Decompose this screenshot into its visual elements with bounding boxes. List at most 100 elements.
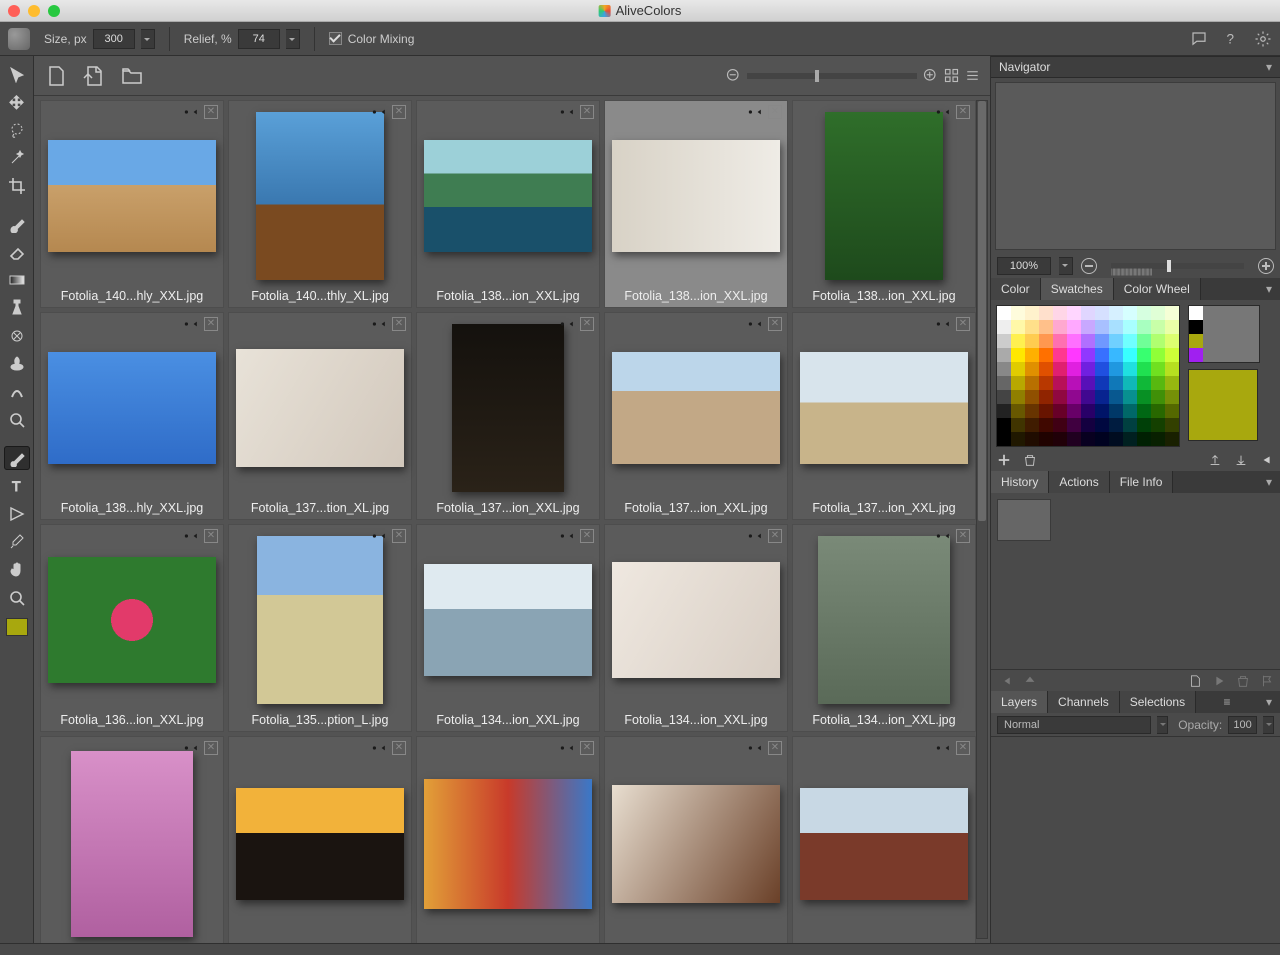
thumbnail[interactable]: ✕ bbox=[604, 736, 788, 943]
swatch-cell[interactable] bbox=[1067, 334, 1081, 348]
swatch-cell[interactable] bbox=[1011, 306, 1025, 320]
swatch-cell[interactable] bbox=[1095, 432, 1109, 446]
swatch-cell[interactable] bbox=[1039, 376, 1053, 390]
blend-dropdown[interactable] bbox=[1157, 716, 1168, 734]
opacity-dropdown[interactable] bbox=[1263, 716, 1274, 734]
pin-icon[interactable] bbox=[184, 105, 200, 117]
swatch-cell[interactable] bbox=[1151, 376, 1165, 390]
help-icon[interactable]: ? bbox=[1222, 30, 1240, 48]
swatch-cell[interactable] bbox=[1039, 334, 1053, 348]
tool-transform[interactable] bbox=[4, 90, 30, 114]
swatch-cell[interactable] bbox=[1011, 404, 1025, 418]
swatch-cell[interactable] bbox=[1025, 348, 1039, 362]
custom-swatch-cell[interactable] bbox=[1189, 320, 1203, 334]
tool-clone[interactable] bbox=[4, 296, 30, 320]
swatch-cell[interactable] bbox=[1109, 390, 1123, 404]
relief-dropdown[interactable] bbox=[286, 29, 300, 49]
swatch-cell[interactable] bbox=[1165, 320, 1179, 334]
swatch-cell[interactable] bbox=[1081, 432, 1095, 446]
thumbnail[interactable]: ✕Fotolia_138...ion_XXL.jpg bbox=[604, 100, 788, 308]
thumb-size-slider[interactable] bbox=[747, 73, 917, 79]
zoom-in-icon[interactable] bbox=[923, 68, 938, 83]
pin-icon[interactable] bbox=[748, 105, 764, 117]
tab-file-info[interactable]: File Info bbox=[1110, 471, 1174, 493]
close-thumb-icon[interactable]: ✕ bbox=[956, 741, 970, 755]
swatch-cell[interactable] bbox=[1081, 306, 1095, 320]
custom-swatch-cell[interactable] bbox=[1217, 306, 1231, 320]
swatch-cell[interactable] bbox=[1053, 306, 1067, 320]
swatch-cell[interactable] bbox=[1109, 348, 1123, 362]
tab-history[interactable]: History bbox=[991, 471, 1049, 493]
close-thumb-icon[interactable]: ✕ bbox=[392, 105, 406, 119]
custom-swatch-cell[interactable] bbox=[1231, 334, 1245, 348]
thumbnail[interactable]: ✕Fotolia_138...ion_XXL.jpg bbox=[416, 100, 600, 308]
color-mixing-checkbox[interactable] bbox=[329, 32, 342, 45]
swatch-cell[interactable] bbox=[1095, 404, 1109, 418]
grid-view-icon[interactable] bbox=[944, 68, 959, 83]
swatch-cell[interactable] bbox=[997, 320, 1011, 334]
swatch-cell[interactable] bbox=[1095, 362, 1109, 376]
swatch-cell[interactable] bbox=[1165, 348, 1179, 362]
panel-menu-icon[interactable]: ▾ bbox=[1258, 691, 1280, 713]
swatch-cell[interactable] bbox=[1109, 376, 1123, 390]
swatch-cell[interactable] bbox=[1039, 432, 1053, 446]
swatch-cell[interactable] bbox=[1137, 334, 1151, 348]
tool-hand[interactable] bbox=[4, 558, 30, 582]
swatch-cell[interactable] bbox=[1123, 306, 1137, 320]
play-icon[interactable] bbox=[1212, 674, 1226, 688]
close-thumb-icon[interactable]: ✕ bbox=[392, 741, 406, 755]
close-thumb-icon[interactable]: ✕ bbox=[392, 317, 406, 331]
swatch-cell[interactable] bbox=[1053, 376, 1067, 390]
tool-smudge[interactable] bbox=[4, 380, 30, 404]
swatch-cell[interactable] bbox=[1095, 334, 1109, 348]
swatch-cell[interactable] bbox=[997, 306, 1011, 320]
swatch-cell[interactable] bbox=[1165, 404, 1179, 418]
swatch-cell[interactable] bbox=[1081, 418, 1095, 432]
custom-swatch-grid[interactable] bbox=[1188, 305, 1260, 363]
pin-icon[interactable] bbox=[936, 741, 952, 753]
list-view-icon[interactable] bbox=[965, 68, 980, 83]
pin-icon[interactable] bbox=[184, 317, 200, 329]
tab-swatches[interactable]: Swatches bbox=[1041, 278, 1114, 300]
zoom-minus-icon[interactable] bbox=[1081, 258, 1097, 274]
swatch-cell[interactable] bbox=[1067, 404, 1081, 418]
close-thumb-icon[interactable]: ✕ bbox=[204, 105, 218, 119]
close-thumb-icon[interactable]: ✕ bbox=[768, 529, 782, 543]
pin-icon[interactable] bbox=[560, 741, 576, 753]
swatch-cell[interactable] bbox=[997, 390, 1011, 404]
pin-icon[interactable] bbox=[372, 317, 388, 329]
custom-swatch-cell[interactable] bbox=[1203, 334, 1217, 348]
minimize-window[interactable] bbox=[28, 5, 40, 17]
delete-swatch-icon[interactable] bbox=[1023, 453, 1037, 467]
pin-icon[interactable] bbox=[560, 317, 576, 329]
tool-eraser[interactable] bbox=[4, 240, 30, 264]
tab-channels[interactable]: Channels bbox=[1048, 691, 1120, 713]
thumbnail[interactable]: ✕Fotolia_138...ion_XXL.jpg bbox=[792, 100, 976, 308]
swatch-cell[interactable] bbox=[1053, 334, 1067, 348]
swatch-cell[interactable] bbox=[1095, 306, 1109, 320]
close-thumb-icon[interactable]: ✕ bbox=[204, 529, 218, 543]
swatch-cell[interactable] bbox=[1025, 306, 1039, 320]
tool-wand[interactable] bbox=[4, 146, 30, 170]
tab-color[interactable]: Color bbox=[991, 278, 1041, 300]
swatch-cell[interactable] bbox=[1095, 320, 1109, 334]
swatch-cell[interactable] bbox=[1039, 348, 1053, 362]
thumbnail[interactable]: ✕Fotolia_136...ion_XXL.jpg bbox=[40, 524, 224, 732]
swatch-cell[interactable] bbox=[1025, 404, 1039, 418]
maximize-window[interactable] bbox=[48, 5, 60, 17]
open-folder-icon[interactable] bbox=[120, 64, 144, 88]
close-thumb-icon[interactable]: ✕ bbox=[768, 741, 782, 755]
swatch-cell[interactable] bbox=[1165, 362, 1179, 376]
swatch-cell[interactable] bbox=[1165, 390, 1179, 404]
close-thumb-icon[interactable]: ✕ bbox=[204, 741, 218, 755]
pin-icon[interactable] bbox=[184, 741, 200, 753]
pin-icon[interactable] bbox=[560, 529, 576, 541]
swatch-cell[interactable] bbox=[997, 418, 1011, 432]
swatch-cell[interactable] bbox=[1053, 348, 1067, 362]
swatch-cell[interactable] bbox=[1067, 432, 1081, 446]
swatch-cell[interactable] bbox=[1039, 320, 1053, 334]
custom-swatch-cell[interactable] bbox=[1245, 334, 1259, 348]
layers-list[interactable] bbox=[991, 737, 1280, 943]
swatch-cell[interactable] bbox=[1095, 390, 1109, 404]
foreground-swatch[interactable] bbox=[6, 618, 28, 636]
